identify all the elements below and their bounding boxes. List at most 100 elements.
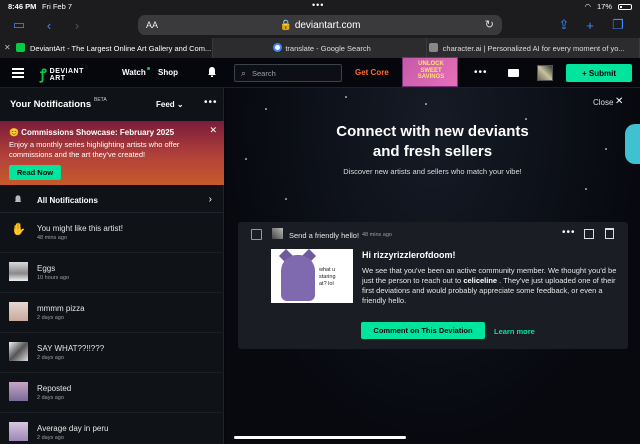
notification-title: Reposted xyxy=(37,384,72,393)
home-indicator[interactable] xyxy=(234,436,406,439)
notification-item[interactable]: mmmm pizza 2 days ago xyxy=(0,294,224,333)
browser-tab-characterai[interactable]: character.ai | Personalized AI for every… xyxy=(427,38,640,58)
notification-thumbnail xyxy=(9,422,28,441)
notifications-sidebar: Your Notifications BETA Feed ⌄ ••• 😊 Com… xyxy=(0,88,224,444)
deviation-thumbnail[interactable]: what u staring at? lol xyxy=(271,249,353,303)
sidebar-toggle-icon[interactable]: ▭ xyxy=(10,16,28,34)
chevron-down-icon: ⌄ xyxy=(176,100,184,109)
nav-watch[interactable]: Watch xyxy=(122,68,146,77)
notification-time: 48 mins ago xyxy=(37,235,67,241)
notification-item[interactable]: ✋ You might like this artist! 48 mins ag… xyxy=(0,214,224,253)
logo-line-2: ART xyxy=(49,74,66,82)
status-bar: 8:46 PM Fri Feb 7 ••• ◠ 17% xyxy=(0,0,640,12)
bell-icon xyxy=(14,195,22,202)
notification-item[interactable]: Average day in peru 2 days ago xyxy=(0,414,224,444)
site-header: ꝭ DEVIANT ART Watch Shop ⌕ Search Get Co… xyxy=(0,58,640,88)
feed-dropdown[interactable]: Feed ⌄ xyxy=(156,100,184,109)
sidebar-more-icon[interactable]: ••• xyxy=(204,97,218,108)
tabs-overview-icon[interactable]: ❐ xyxy=(609,16,627,34)
share-icon[interactable]: ⇪ xyxy=(555,16,573,34)
notification-item[interactable]: SAY WHAT??!!??? 2 days ago xyxy=(0,334,224,373)
comment-button[interactable]: Comment on This Deviation xyxy=(361,322,485,339)
sidebar-title: Your Notifications xyxy=(10,99,92,110)
notification-title: mmmm pizza xyxy=(37,304,85,313)
tab-label: DeviantArt - The Largest Online Art Gall… xyxy=(30,44,212,53)
back-icon[interactable]: ‹ xyxy=(40,16,58,34)
promo-banner[interactable]: UNLOCK SWEET SAVINGS xyxy=(402,57,458,87)
multitask-dots-icon[interactable]: ••• xyxy=(312,0,324,10)
learn-more-link[interactable]: Learn more xyxy=(494,327,535,336)
notification-item[interactable]: Reposted 2 days ago xyxy=(0,374,224,413)
url-text: 🔒 deviantart.com xyxy=(279,20,361,31)
bell-icon[interactable] xyxy=(206,66,218,78)
sidebar-header: Your Notifications BETA Feed ⌄ ••• xyxy=(0,88,224,120)
battery-percent: 17% xyxy=(596,2,612,11)
close-button[interactable]: Close xyxy=(593,98,613,107)
search-placeholder: Search xyxy=(252,69,276,78)
friendly-hello-card: Send a friendly hello! 48 mins ago ••• w… xyxy=(238,222,628,349)
tab-label: translate - Google Search xyxy=(285,44,371,53)
submit-button[interactable]: + Submit xyxy=(566,64,632,82)
search-input[interactable]: ⌕ Search xyxy=(234,64,342,82)
deviantart-logo-icon: ꝭ xyxy=(40,66,47,82)
characterai-favicon-icon xyxy=(428,43,438,52)
star-decoration xyxy=(585,188,587,190)
battery-icon xyxy=(618,3,632,10)
get-core-link[interactable]: Get Core xyxy=(355,68,389,77)
tab-label: character.ai | Personalized AI for every… xyxy=(442,44,625,53)
logo-line-1: DEVIANT xyxy=(49,67,84,75)
notification-thumbnail xyxy=(9,302,28,321)
address-bar[interactable]: AA 🔒 deviantart.com ↻ xyxy=(138,15,502,35)
notification-title: Eggs xyxy=(37,264,56,273)
deviantart-favicon-icon xyxy=(16,43,25,52)
notification-title: You might like this artist! xyxy=(37,224,123,233)
forward-icon[interactable]: › xyxy=(68,16,86,34)
promo-text: UNLOCK SWEET SAVINGS xyxy=(417,61,445,80)
close-tab-icon[interactable]: ✕ xyxy=(4,43,11,52)
nav-shop[interactable]: Shop xyxy=(158,68,178,77)
avatar xyxy=(272,228,283,239)
reload-icon[interactable]: ↻ xyxy=(485,18,494,31)
star-decoration xyxy=(285,198,287,200)
read-now-button[interactable]: Read Now xyxy=(9,165,61,180)
headline-line-2: and fresh sellers xyxy=(372,143,493,160)
status-date: Fri Feb 7 xyxy=(42,2,73,11)
new-tab-icon[interactable]: + xyxy=(581,16,599,34)
notification-time: 10 hours ago xyxy=(37,275,70,281)
browser-toolbar: ▭ ‹ › AA 🔒 deviantart.com ↻ ⇪ + ❐ xyxy=(0,12,640,38)
notification-item[interactable]: Eggs 10 hours ago xyxy=(0,254,224,293)
browser-tab-google[interactable]: translate - Google Search xyxy=(213,38,427,58)
star-decoration xyxy=(425,103,427,105)
trash-icon[interactable] xyxy=(605,228,614,239)
star-decoration xyxy=(265,108,267,110)
mail-icon[interactable] xyxy=(508,69,519,77)
deviantart-logo[interactable]: ꝭ DEVIANT ART xyxy=(40,65,84,84)
archive-icon[interactable] xyxy=(584,229,594,239)
commissions-banner: 😊 Commissions Showcase: February 2025 En… xyxy=(0,121,224,185)
menu-icon[interactable] xyxy=(12,68,24,78)
notification-time: 2 days ago xyxy=(37,315,64,321)
watch-indicator-dot xyxy=(147,67,150,70)
notification-thumbnail xyxy=(9,262,28,281)
card-message: We see that you've been an active commun… xyxy=(362,266,624,306)
close-icon[interactable]: ✕ xyxy=(615,96,623,107)
more-icon[interactable]: ••• xyxy=(474,67,488,78)
user-link[interactable]: celiceline xyxy=(463,276,497,285)
notification-title: SAY WHAT??!!??? xyxy=(37,344,105,353)
browser-tab-deviantart[interactable]: ✕ DeviantArt - The Largest Online Art Ga… xyxy=(0,38,214,58)
notification-time: 2 days ago xyxy=(37,395,64,401)
beta-badge: BETA xyxy=(94,97,107,103)
url-domain: deviantart.com xyxy=(294,20,361,31)
wifi-icon: ◠ xyxy=(584,2,591,11)
chevron-right-icon: › xyxy=(208,194,212,205)
banner-title: 😊 Commissions Showcase: February 2025 xyxy=(9,128,175,137)
all-notifications-row[interactable]: All Notifications › xyxy=(0,187,224,213)
select-checkbox[interactable] xyxy=(251,229,262,240)
drawing-caption: what u staring at? lol xyxy=(319,267,353,288)
tab-strip: ✕ DeviantArt - The Largest Online Art Ga… xyxy=(0,38,640,58)
user-avatar[interactable] xyxy=(537,65,553,81)
star-decoration xyxy=(345,96,347,98)
status-time: 8:46 PM xyxy=(8,2,37,11)
card-more-icon[interactable]: ••• xyxy=(562,227,576,238)
close-icon[interactable]: ✕ xyxy=(209,125,217,136)
